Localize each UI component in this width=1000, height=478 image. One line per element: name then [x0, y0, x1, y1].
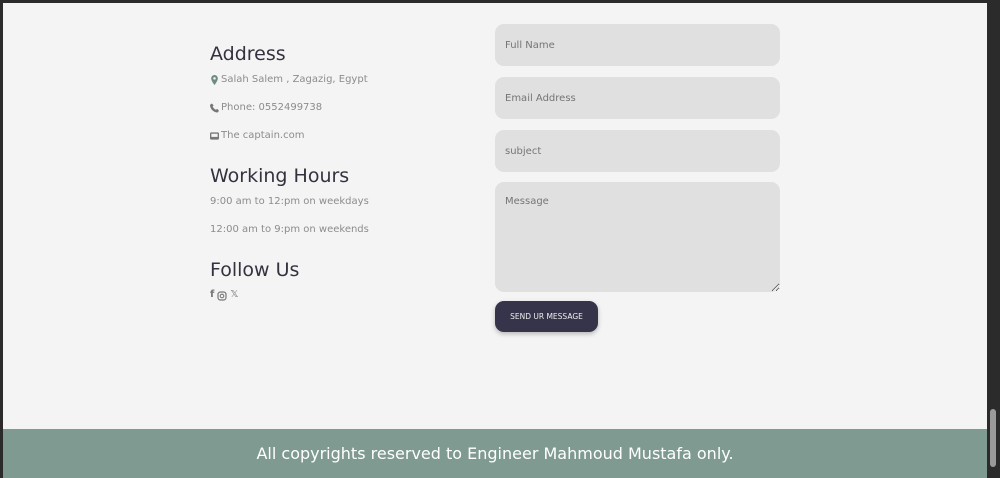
follow-heading: Follow Us	[210, 259, 300, 281]
address-website: The captain.com	[210, 130, 304, 141]
full-name-input[interactable]	[495, 24, 780, 66]
phone-icon	[210, 103, 219, 112]
message-textarea[interactable]	[495, 182, 780, 292]
subject-input[interactable]	[495, 130, 780, 172]
website-text: The captain.com	[221, 130, 305, 141]
hours-heading: Working Hours	[210, 165, 350, 187]
email-input[interactable]	[495, 77, 780, 119]
hours-weekdays: 9:00 am to 12:pm on weekdays	[210, 196, 369, 207]
scrollbar[interactable]	[987, 0, 1000, 478]
social-links: f 𝕏	[210, 289, 238, 301]
phone-text: Phone: 0552499738	[221, 102, 323, 113]
address-heading: Address	[210, 43, 286, 65]
address-location: Salah Salem , Zagazig, Egypt	[210, 74, 368, 85]
x-icon[interactable]: 𝕏	[230, 289, 238, 301]
send-message-button[interactable]: SEND UR MESSAGE	[495, 301, 598, 332]
facebook-icon[interactable]: f	[210, 289, 214, 301]
page: Address Salah Salem , Zagazig, Egypt Pho…	[3, 3, 987, 478]
address-phone: Phone: 0552499738	[210, 102, 322, 113]
footer: All copyrights reserved to Engineer Mahm…	[3, 429, 987, 478]
scrollbar-thumb[interactable]	[990, 409, 996, 467]
map-pin-icon	[211, 74, 218, 85]
instagram-icon[interactable]	[217, 291, 227, 301]
copyright-text: All copyrights reserved to Engineer Mahm…	[256, 444, 734, 463]
hours-weekends: 12:00 am to 9:pm on weekends	[210, 224, 369, 235]
location-text: Salah Salem , Zagazig, Egypt	[221, 74, 368, 85]
inbox-icon	[210, 131, 219, 140]
